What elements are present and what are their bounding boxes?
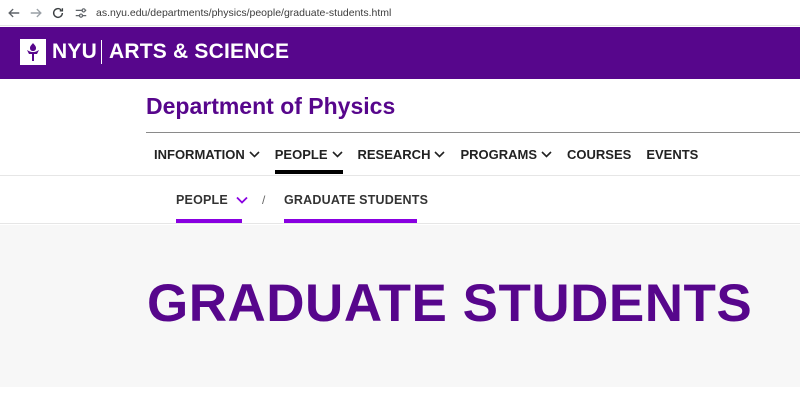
nav-item-label: PEOPLE <box>274 146 328 162</box>
nav-item-label: COURSES <box>567 146 632 162</box>
browser-toolbar: as.nyu.edu/departments/physics/people/gr… <box>0 0 800 26</box>
page-title: GRADUATE STUDENTS <box>147 274 753 333</box>
nav-item-events[interactable]: EVENTS <box>646 146 698 162</box>
nyu-wordmark[interactable]: NYU <box>52 39 97 65</box>
forward-arrow-icon[interactable] <box>26 3 46 23</box>
chevron-down-icon <box>249 150 260 158</box>
department-title[interactable]: Department of Physics <box>146 92 395 120</box>
back-arrow-icon[interactable] <box>4 3 24 23</box>
chevron-down-icon <box>331 150 343 158</box>
chevron-down-icon <box>236 196 248 204</box>
nav-item-label: PROGRAMS <box>460 146 538 162</box>
breadcrumb: PEOPLE / GRADUATE STUDENTS <box>0 175 800 224</box>
main-nav: INFORMATION PEOPLE RESEARCH PROGRAMS COU… <box>154 146 713 174</box>
breadcrumb-current-label: GRADUATE STUDENTS <box>284 193 429 207</box>
breadcrumb-current: GRADUATE STUDENTS <box>284 193 428 207</box>
breadcrumb-current-underline <box>284 219 417 223</box>
breadcrumb-parent-label: PEOPLE <box>176 193 228 207</box>
site-header: NYU ARTS & SCIENCE <box>0 27 800 79</box>
nyu-torch-icon[interactable] <box>20 39 46 65</box>
chevron-down-icon <box>541 150 552 158</box>
url-text: as.nyu.edu/departments/physics/people/gr… <box>96 6 392 19</box>
nav-item-people[interactable]: PEOPLE <box>274 146 343 174</box>
breadcrumb-parent-underline <box>176 219 242 223</box>
breadcrumb-parent-people[interactable]: PEOPLE <box>176 193 248 207</box>
arts-science-wordmark[interactable]: ARTS & SCIENCE <box>109 39 289 65</box>
nav-item-information[interactable]: INFORMATION <box>154 146 260 162</box>
address-bar[interactable]: as.nyu.edu/departments/physics/people/gr… <box>74 2 794 23</box>
divider <box>146 132 800 133</box>
hero-section: GRADUATE STUDENTS <box>0 225 800 387</box>
logo-divider <box>101 40 102 64</box>
breadcrumb-separator: / <box>262 193 266 207</box>
nav-item-courses[interactable]: COURSES <box>567 146 631 162</box>
nav-item-label: EVENTS <box>646 146 699 162</box>
reload-icon[interactable] <box>48 3 68 23</box>
nav-item-programs[interactable]: PROGRAMS <box>460 146 552 162</box>
nav-item-research[interactable]: RESEARCH <box>358 146 446 162</box>
chevron-down-icon <box>434 150 446 158</box>
site-settings-icon[interactable] <box>74 6 88 20</box>
nav-item-label: INFORMATION <box>154 146 245 162</box>
nav-item-label: RESEARCH <box>357 146 431 162</box>
